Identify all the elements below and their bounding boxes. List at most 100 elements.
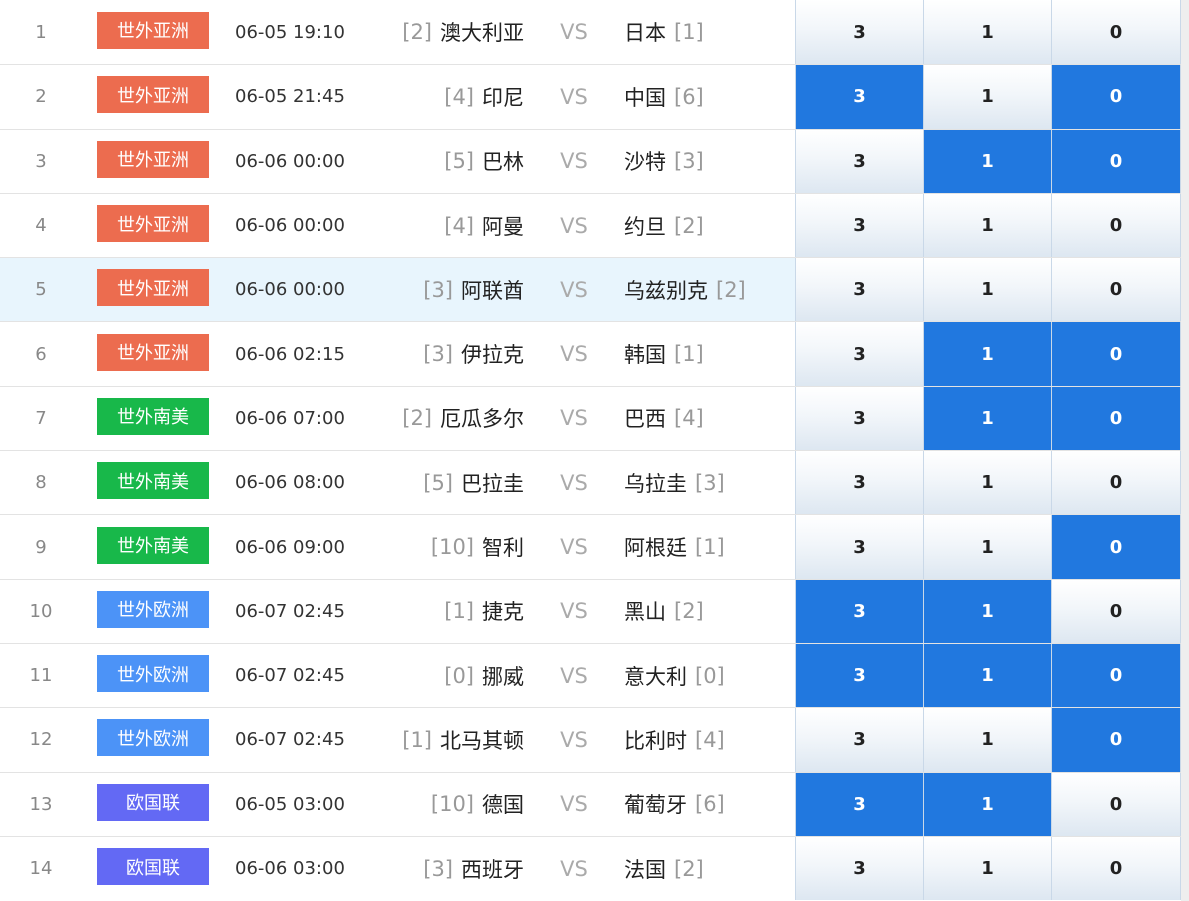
odds-win-button[interactable]: 3	[795, 193, 923, 258]
odds-loss-button[interactable]: 0	[1051, 258, 1181, 322]
odds-loss-button[interactable]: 0	[1051, 0, 1181, 65]
home-team-name: 阿曼	[482, 214, 524, 239]
match-number: 1	[35, 21, 47, 43]
match-number: 9	[35, 536, 47, 558]
odds-win-button[interactable]: 3	[795, 708, 923, 772]
odds-draw-button[interactable]: 1	[923, 322, 1051, 386]
odds-loss-button[interactable]: 0	[1051, 836, 1181, 901]
match-row: 10 世外欧洲 06-07 02:45 [1] 捷克 VS 黑山 [2] 3 1 0	[0, 578, 1189, 643]
home-team-name: 厄瓜多尔	[440, 407, 524, 432]
odds-win-button[interactable]: 3	[795, 451, 923, 515]
league-cell: 世外南美	[97, 515, 209, 578]
match-table: 1 世外亚洲 06-05 19:10 [2] 澳大利亚 VS 日本 [1] 3 1 …	[0, 0, 1189, 901]
match-time: 06-06 03:00	[235, 858, 345, 879]
match-number: 11	[29, 665, 53, 687]
odds-win-button[interactable]: 3	[795, 643, 923, 708]
home-team-name: 智利	[482, 536, 524, 561]
odds-win-button[interactable]: 3	[795, 836, 923, 901]
odds-win-button[interactable]: 3	[795, 322, 923, 386]
match-row: 7 世外南美 06-06 07:00 [2] 厄瓜多尔 VS 巴西 [4] 3 1 …	[0, 385, 1189, 451]
match-time: 06-06 00:00	[235, 279, 345, 301]
home-team-cell: [3] 伊拉克	[360, 322, 524, 385]
vs-label: VS	[560, 792, 588, 817]
vs-label: VS	[560, 84, 588, 109]
odds-draw-button[interactable]: 1	[923, 258, 1051, 322]
odds-loss-button[interactable]: 0	[1051, 772, 1181, 836]
home-rank: [5]	[423, 470, 453, 495]
home-rank: [4]	[444, 213, 474, 238]
odds-draw-button[interactable]: 1	[923, 579, 1051, 643]
away-team-cell: 中国 [6]	[624, 65, 794, 128]
odds-draw-button[interactable]: 1	[923, 708, 1051, 772]
odds-draw-button[interactable]: 1	[923, 65, 1051, 129]
away-rank: [2]	[674, 599, 704, 624]
home-rank: [1]	[402, 727, 432, 752]
odds-loss-button[interactable]: 0	[1051, 708, 1181, 772]
away-team-name: 约旦	[624, 214, 666, 239]
home-team-cell: [0] 挪威	[360, 644, 524, 707]
away-rank: [2]	[674, 856, 704, 881]
home-rank: [10]	[430, 792, 474, 817]
odds-loss-button[interactable]: 0	[1051, 643, 1181, 708]
odds-draw-button[interactable]: 1	[923, 772, 1051, 836]
odds-win-button[interactable]: 3	[795, 258, 923, 322]
odds-loss-button[interactable]: 0	[1051, 129, 1181, 193]
match-row: 11 世外欧洲 06-07 02:45 [0] 挪威 VS 意大利 [0] 3 1 …	[0, 642, 1189, 708]
odds-loss-button[interactable]: 0	[1051, 386, 1181, 451]
away-team-cell: 沙特 [3]	[624, 130, 794, 193]
league-badge: 世外欧洲	[97, 655, 209, 693]
odds-loss-button[interactable]: 0	[1051, 65, 1181, 129]
home-team-cell: [3] 西班牙	[360, 837, 524, 900]
league-cell: 世外亚洲	[97, 258, 209, 321]
away-rank: [3]	[674, 149, 704, 174]
odds-draw-button[interactable]: 1	[923, 836, 1051, 901]
odds-loss-button[interactable]: 0	[1051, 579, 1181, 643]
league-badge: 世外欧洲	[97, 719, 209, 757]
odds-draw-button[interactable]: 1	[923, 451, 1051, 515]
odds-win-button[interactable]: 3	[795, 129, 923, 193]
odds-draw-button[interactable]: 1	[923, 193, 1051, 258]
scrollbar[interactable]	[1181, 0, 1189, 901]
odds-win-button[interactable]: 3	[795, 65, 923, 129]
odds-draw-button[interactable]: 1	[923, 515, 1051, 579]
odds-loss-button[interactable]: 0	[1051, 322, 1181, 386]
away-rank: [0]	[695, 663, 725, 688]
league-cell: 世外亚洲	[97, 65, 209, 128]
league-badge: 世外亚洲	[97, 140, 209, 178]
odds-win-button[interactable]: 3	[795, 386, 923, 451]
match-number: 5	[35, 279, 47, 301]
odds-win-button[interactable]: 3	[795, 0, 923, 65]
away-rank: [1]	[674, 342, 704, 367]
away-team-name: 乌兹别克	[624, 278, 708, 303]
odds-draw-button[interactable]: 1	[923, 129, 1051, 193]
home-team-cell: [4] 印尼	[360, 65, 524, 128]
vs-label: VS	[560, 470, 588, 495]
odds-loss-button[interactable]: 0	[1051, 451, 1181, 515]
odds-win-button[interactable]: 3	[795, 579, 923, 643]
away-rank: [1]	[695, 535, 725, 560]
league-badge: 世外欧洲	[97, 590, 209, 628]
league-cell: 世外南美	[97, 387, 209, 450]
match-number: 6	[35, 343, 47, 365]
home-team-cell: [2] 澳大利亚	[360, 0, 524, 64]
odds-loss-button[interactable]: 0	[1051, 193, 1181, 258]
vs-label: VS	[560, 213, 588, 238]
match-time: 06-07 02:45	[235, 729, 345, 751]
match-time: 06-07 02:45	[235, 665, 345, 687]
match-number: 13	[29, 793, 53, 815]
home-rank: [2]	[402, 406, 432, 431]
odds-win-button[interactable]: 3	[795, 515, 923, 579]
match-number: 8	[35, 472, 47, 494]
odds-draw-button[interactable]: 1	[923, 643, 1051, 708]
match-time: 06-07 02:45	[235, 600, 345, 622]
match-number: 2	[35, 86, 47, 108]
home-team-cell: [2] 厄瓜多尔	[360, 387, 524, 450]
odds-loss-button[interactable]: 0	[1051, 515, 1181, 579]
league-cell: 世外亚洲	[97, 194, 209, 257]
odds-draw-button[interactable]: 1	[923, 386, 1051, 451]
match-number: 12	[29, 729, 53, 751]
home-team-name: 澳大利亚	[440, 21, 524, 46]
odds-win-button[interactable]: 3	[795, 772, 923, 836]
vs-label: VS	[560, 20, 588, 45]
odds-draw-button[interactable]: 1	[923, 0, 1051, 65]
